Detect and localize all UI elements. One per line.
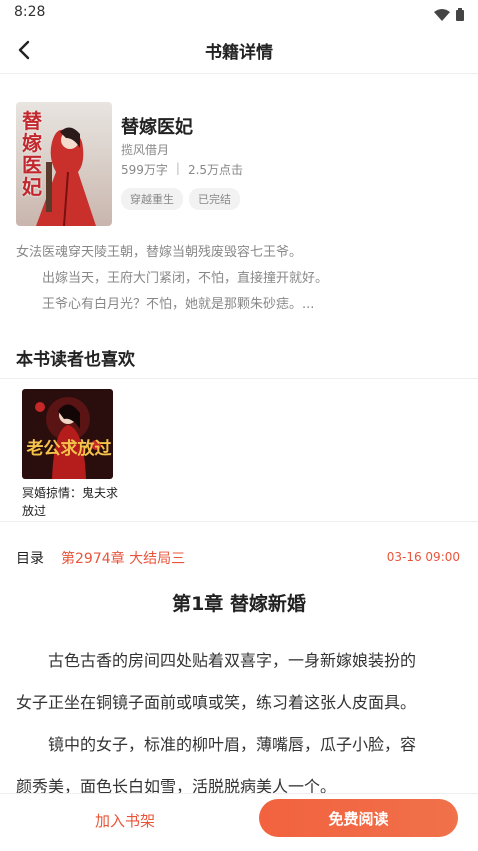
chapter-line: 女子正坐在铜镜子面前或嗔或笑，练习着这张人皮面具。: [16, 693, 417, 712]
description-line: 王爷心有白月光？不怕，她就是那颗朱砂痣。...: [16, 297, 315, 312]
recommend-cover-text: 老公求放过: [26, 439, 112, 459]
divider: [0, 378, 478, 379]
cover-title-text: 替嫁医妃: [22, 109, 42, 199]
click-count: 2.5万点击: [187, 163, 244, 177]
tag-genre[interactable]: 穿越重生: [121, 188, 183, 210]
free-read-button[interactable]: 免费阅读: [259, 799, 458, 837]
chapter-line: 古色古香的房间四处贴着双喜字，一身新嫁娘装扮的: [16, 651, 417, 670]
wifi-icon: [434, 6, 450, 25]
description-line: 出嫁当天，王府大门紧闭，不怕，直接撞开就好。: [16, 271, 329, 286]
app-header: 书籍详情: [0, 26, 478, 74]
divider: [0, 521, 478, 522]
chapter-line: 镜中的女子，标准的柳叶眉，薄嘴唇，瓜子小脸，容: [16, 735, 417, 754]
description-line: 女法医魂穿天陵王朝，替嫁当朝残废毁容七王爷。: [16, 245, 303, 260]
book-cover: 替嫁医妃: [16, 102, 112, 226]
chapter-text: 古色古香的房间四处贴着双喜字，一身新嫁娘装扮的 女子正坐在铜镜子面前或嗔或笑，练…: [16, 640, 468, 808]
recommend-book-title[interactable]: 冥婚掠情：鬼夫求放过: [22, 484, 118, 520]
book-description[interactable]: 女法医魂穿天陵王朝，替嫁当朝残废毁容七王爷。 出嫁当天，王府大门紧闭，不怕，直接…: [16, 240, 464, 318]
status-icons: [434, 6, 464, 25]
page-title: 书籍详情: [205, 43, 273, 63]
book-author[interactable]: 揽风借月: [121, 141, 169, 158]
recommend-section-title: 本书读者也喜欢: [16, 350, 135, 370]
book-tags: 穿越重生 已完结: [121, 188, 240, 210]
latest-chapter-time: 03-16 09:00: [386, 550, 460, 564]
toc-label[interactable]: 目录: [16, 548, 44, 568]
chapter-title: 第1章 替嫁新婚: [172, 593, 306, 615]
status-bar: 8:28: [0, 0, 478, 26]
tag-status: 已完结: [189, 188, 240, 210]
bottom-action-bar: 加入书架 免费阅读: [0, 793, 478, 851]
status-time: 8:28: [14, 4, 46, 20]
meta-separator: |: [175, 161, 180, 175]
add-to-shelf-button[interactable]: 加入书架: [60, 810, 190, 831]
battery-icon: [456, 6, 464, 25]
book-meta: 599万字 | 2.5万点击: [121, 161, 243, 178]
book-title: 替嫁医妃: [121, 117, 193, 138]
recommend-book-cover[interactable]: 老公求放过: [22, 389, 113, 479]
word-count: 599万字: [121, 163, 168, 177]
latest-chapter-link[interactable]: 第2974章 大结局三: [61, 548, 185, 568]
